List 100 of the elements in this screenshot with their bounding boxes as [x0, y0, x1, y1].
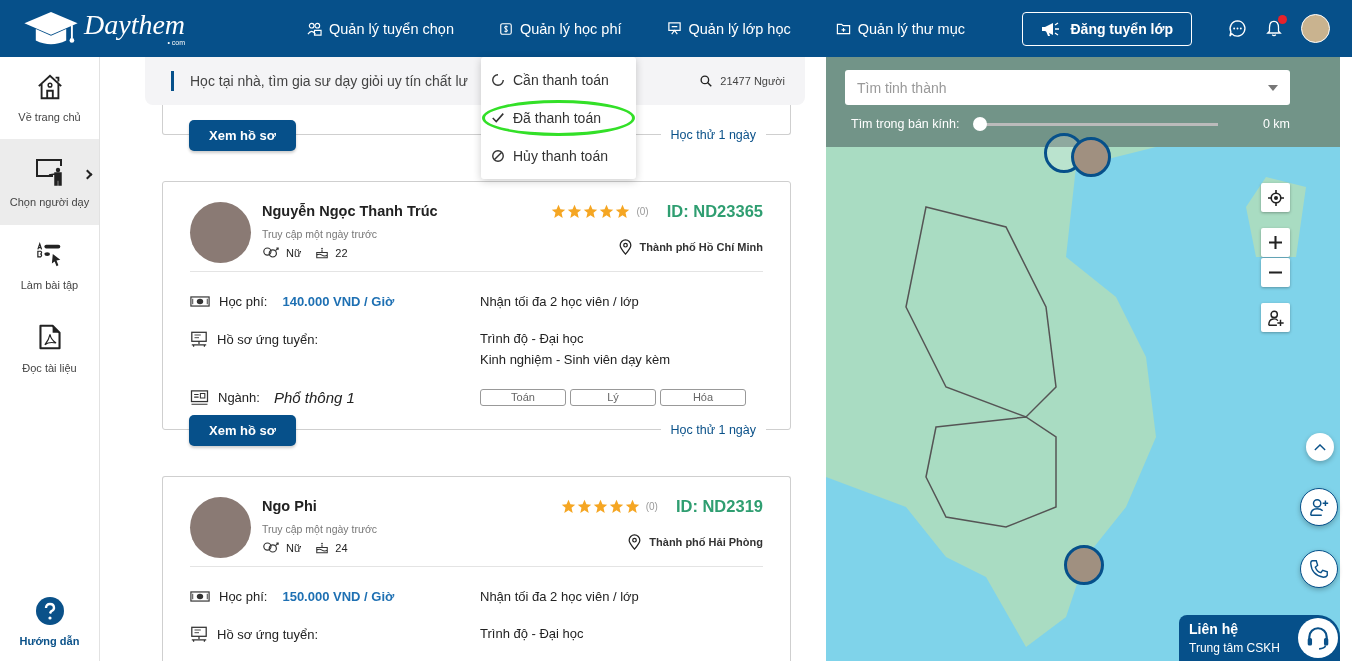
star-icon — [592, 499, 608, 514]
dropdown-caret-icon — [1268, 84, 1278, 91]
last-seen-text: Truy cập một ngày trước — [262, 228, 379, 240]
subject-tag: Lý — [570, 389, 656, 406]
star-icon — [551, 204, 567, 219]
profile-detail: Kinh nghiệm - Sinh viên dạy kèm — [480, 352, 671, 367]
fee-label: Học phí: — [219, 589, 268, 604]
menu-item[interactable]: Đã thanh toán — [481, 99, 636, 137]
loading-icon — [491, 73, 505, 87]
gender-icon — [262, 246, 280, 259]
post-class-button[interactable]: Đăng tuyển lớp — [1022, 11, 1192, 46]
computer-icon — [190, 331, 208, 348]
plus-icon — [1269, 236, 1282, 249]
pdf-file-icon — [36, 322, 63, 352]
major-label: Ngành: — [218, 390, 260, 405]
age-text: 24 — [335, 541, 348, 554]
star-icon — [576, 499, 592, 514]
profile-detail: Trình độ - Đại học — [480, 626, 584, 641]
fee-value: 150.000 VND / Giờ — [282, 589, 395, 604]
contact-widget[interactable]: Liên hệ Trung tâm CSKH — [1179, 615, 1340, 661]
location-text: Thành phố Hải Phòng — [649, 536, 763, 548]
people-icon — [307, 21, 322, 36]
trial-link[interactable]: Học thử 1 ngày — [660, 423, 766, 437]
search-icon — [700, 75, 713, 87]
avatar-placeholder — [190, 202, 251, 263]
radius-value: 0 km — [1262, 117, 1290, 131]
star-icon — [624, 499, 640, 514]
menu-item[interactable]: Hủy thanh toán — [481, 137, 636, 175]
dollar-icon — [498, 21, 513, 36]
slider-thumb[interactable] — [973, 117, 988, 131]
age-text: 22 — [335, 246, 348, 259]
nav-link[interactable]: Quản lý lớp học — [666, 20, 791, 37]
tutor-name: Ngo Phi — [262, 498, 318, 514]
sidebar-item[interactable]: Đọc tài liệu — [0, 307, 99, 389]
profile-label: Hồ sơ ứng tuyển: — [217, 627, 319, 642]
megaphone-icon — [1041, 20, 1062, 37]
folder-icon — [835, 21, 851, 36]
star-icon — [608, 499, 624, 514]
gender-text: Nữ — [286, 246, 302, 259]
view-profile-button[interactable]: Xem hồ sơ — [189, 414, 297, 446]
add-person-button[interactable] — [1261, 303, 1290, 332]
sidebar-item[interactable]: Chọn người dạy — [0, 139, 99, 225]
review-count: (0) — [645, 501, 658, 512]
nav-link[interactable]: Quản lý tuyển chọn — [307, 20, 454, 37]
tutor-id: ID: ND23365 — [666, 202, 763, 221]
location-pin-icon — [628, 534, 642, 550]
trial-link[interactable]: Học thử 1 ngày — [660, 128, 766, 142]
house-icon — [35, 73, 64, 101]
gender-icon — [262, 541, 280, 554]
major-value: Phổ thông 1 — [273, 389, 355, 406]
monitor-icon — [190, 389, 209, 406]
star-icon — [560, 499, 576, 514]
headset-icon — [1298, 618, 1338, 658]
star-icon — [583, 204, 599, 219]
nav-link[interactable]: Quản lý học phí — [498, 20, 622, 37]
banner-text: Học tại nhà, tìm gia sư dạy giỏi uy tín chất lư — [190, 73, 468, 89]
profile-detail: Trình độ - Đại học — [480, 331, 585, 346]
capacity-text: Nhận tối đa 2 học viên / lớp — [480, 294, 639, 309]
capacity-text: Nhận tối đa 2 học viên / lớp — [480, 589, 639, 604]
checkmark-icon — [491, 111, 505, 125]
locate-button[interactable] — [1261, 183, 1290, 212]
help-icon — [35, 597, 64, 625]
nav-link[interactable]: Quản lý thư mục — [835, 20, 965, 37]
tutor-count: 21477 Người — [700, 75, 785, 87]
board-icon — [666, 21, 682, 36]
add-user-icon — [1266, 308, 1285, 327]
menu-item[interactable]: Cần thanh toán — [481, 61, 636, 99]
crosshair-icon — [1267, 189, 1284, 206]
profile-label: Hồ sơ ứng tuyển: — [217, 332, 319, 347]
computer-icon — [190, 626, 208, 643]
cancel-icon — [491, 149, 505, 163]
add-user-icon — [1308, 496, 1330, 518]
user-avatar[interactable] — [1301, 14, 1330, 43]
help-link[interactable]: Hướng dẫn — [0, 597, 99, 647]
location-pin-icon — [618, 239, 632, 255]
star-icon — [567, 204, 583, 219]
location-text: Thành phố Hồ Chí Minh — [639, 241, 763, 253]
chat-icon[interactable] — [1228, 19, 1247, 38]
contact-subtitle: Trung tâm CSKH — [1189, 641, 1280, 655]
banknote-icon — [190, 296, 210, 307]
last-seen-text: Truy cập một ngày trước — [262, 523, 378, 535]
sidebar-item[interactable]: Về trang chủ — [0, 57, 99, 139]
subject-tag: Toán — [480, 389, 566, 406]
banknote-icon — [190, 591, 210, 602]
chevron-up-icon — [1314, 443, 1326, 451]
tutor-name: Nguyễn Ngọc Thanh Trúc — [262, 203, 438, 219]
contact-title: Liên hệ — [1189, 621, 1239, 637]
tutor-id: ID: ND2319 — [675, 497, 763, 516]
phone-icon — [1308, 558, 1330, 580]
view-profile-button[interactable]: Xem hồ sơ — [189, 119, 297, 151]
fee-value: 140.000 VND / Giờ — [282, 294, 395, 309]
zoom-in-button[interactable] — [1261, 228, 1290, 257]
star-icon — [599, 204, 615, 219]
gender-text: Nữ — [286, 541, 302, 554]
sidebar-item[interactable]: Làm bài tập — [0, 225, 99, 307]
teacher-board-icon — [34, 156, 65, 186]
review-count: (0) — [636, 206, 649, 217]
cake-icon — [315, 246, 330, 259]
cake-icon — [315, 541, 330, 554]
avatar-placeholder — [190, 497, 251, 558]
